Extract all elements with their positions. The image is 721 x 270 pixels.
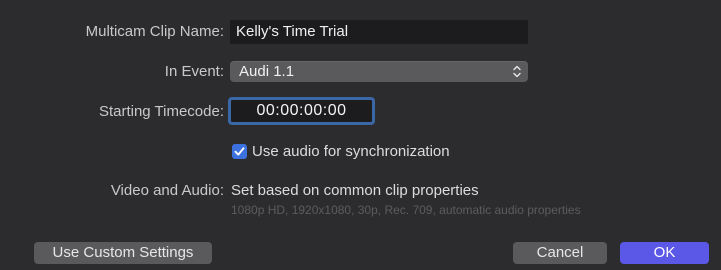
multicam-clip-name-input[interactable] (230, 20, 528, 44)
chevron-up-down-icon (513, 65, 521, 78)
in-event-value: Audi 1.1 (239, 63, 295, 80)
new-multicam-clip-dialog: Multicam Clip Name: In Event: Audi 1.1 S… (0, 0, 721, 270)
video-audio-details: 1080p HD, 1920x1080, 30p, Rec. 709, auto… (231, 203, 581, 217)
checkmark-icon (234, 147, 245, 156)
starting-timecode-field[interactable]: 00:00:00:00 (228, 97, 375, 125)
use-custom-settings-button[interactable]: Use Custom Settings (34, 242, 212, 264)
video-audio-value: Set based on common clip properties (231, 182, 479, 199)
video-audio-label: Video and Audio: (110, 182, 224, 199)
in-event-popup[interactable]: Audi 1.1 (230, 61, 528, 82)
in-event-label: In Event: (164, 63, 224, 80)
ok-button[interactable]: OK (620, 242, 709, 264)
audio-sync-checkbox[interactable] (232, 144, 247, 159)
multicam-clip-name-label: Multicam Clip Name: (85, 23, 224, 40)
cancel-button[interactable]: Cancel (513, 242, 607, 264)
starting-timecode-label: Starting Timecode: (98, 103, 224, 120)
audio-sync-label[interactable]: Use audio for synchronization (252, 143, 450, 160)
